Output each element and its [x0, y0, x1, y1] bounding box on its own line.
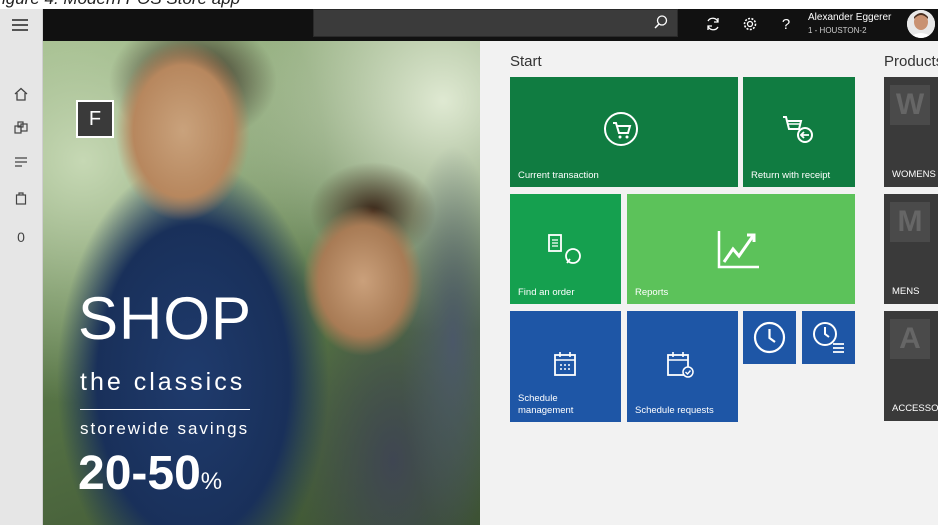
find-order-icon — [548, 234, 581, 264]
promo-tagline: storewide savings — [80, 419, 250, 438]
tile-label: Schedule requests — [635, 405, 714, 416]
promo-discount-suffix: % — [200, 468, 223, 495]
menu-icon[interactable] — [12, 19, 28, 31]
clock-list-icon — [813, 322, 844, 353]
window-caption: igure 4. Modern POS Store app — [0, 0, 938, 9]
promo-discount-value: 20-50 — [78, 447, 201, 500]
return-cart-icon — [783, 116, 813, 143]
search-icon[interactable] — [653, 14, 669, 30]
bag-icon[interactable] — [0, 191, 42, 211]
cart-count[interactable]: 0 — [0, 227, 42, 247]
tile-time-clock-log[interactable] — [802, 311, 855, 364]
promo-divider — [80, 409, 250, 410]
home-icon[interactable] — [0, 87, 42, 107]
calendar-icon — [554, 352, 576, 376]
refresh-icon[interactable] — [704, 16, 722, 34]
settings-icon[interactable] — [741, 16, 759, 34]
tile-label: Schedule management — [518, 393, 574, 416]
tile-find-order[interactable]: Find an order — [510, 194, 621, 304]
category-letter: A — [890, 319, 930, 359]
category-label: ACCESSORIES — [892, 403, 938, 414]
transaction-icon[interactable] — [0, 154, 42, 174]
product-category-womens[interactable]: W WOMENS — [884, 77, 938, 187]
products-icon[interactable] — [0, 121, 42, 141]
tile-label: Current transaction — [518, 170, 599, 181]
user-name[interactable]: Alexander Eggerer — [808, 12, 891, 23]
avatar[interactable] — [907, 10, 935, 38]
category-letter: M — [890, 202, 930, 242]
tile-current-transaction[interactable]: Current transaction — [510, 77, 738, 187]
left-nav: 0 — [0, 9, 43, 525]
promo-discount: 20-50% — [78, 446, 222, 501]
tile-schedule-management[interactable]: Schedule management — [510, 311, 621, 422]
reports-chart-icon — [717, 231, 759, 269]
store-name: 1 - HOUSTON-2 — [808, 26, 867, 35]
promo-headline: SHOP — [78, 285, 253, 352]
tile-return-with-receipt[interactable]: Return with receipt — [743, 77, 855, 187]
tile-label: Return with receipt — [751, 170, 831, 181]
help-icon[interactable]: ? — [777, 16, 795, 34]
brand-badge: F — [76, 100, 114, 138]
tile-schedule-requests[interactable]: Schedule requests — [627, 311, 738, 422]
product-category-mens[interactable]: M MENS — [884, 194, 938, 304]
tile-label: Find an order — [518, 287, 575, 298]
tile-label: Reports — [635, 287, 669, 298]
cart-icon — [604, 112, 638, 146]
start-title: Start — [510, 53, 542, 70]
calendar-check-icon — [667, 352, 694, 378]
tile-time-clock[interactable] — [743, 311, 796, 364]
promo-banner[interactable]: F SHOP the classics storewide savings 20… — [43, 41, 480, 525]
category-label: MENS — [892, 286, 920, 297]
clock-icon — [753, 321, 786, 354]
tile-reports[interactable]: Reports — [627, 194, 855, 304]
products-title: Products — [884, 53, 938, 70]
search-input[interactable] — [313, 9, 678, 37]
promo-subheadline: the classics — [80, 368, 246, 396]
product-category-accessories[interactable]: A ACCESSORIES — [884, 311, 938, 421]
category-label: WOMENS — [892, 169, 936, 180]
category-letter: W — [890, 85, 930, 125]
